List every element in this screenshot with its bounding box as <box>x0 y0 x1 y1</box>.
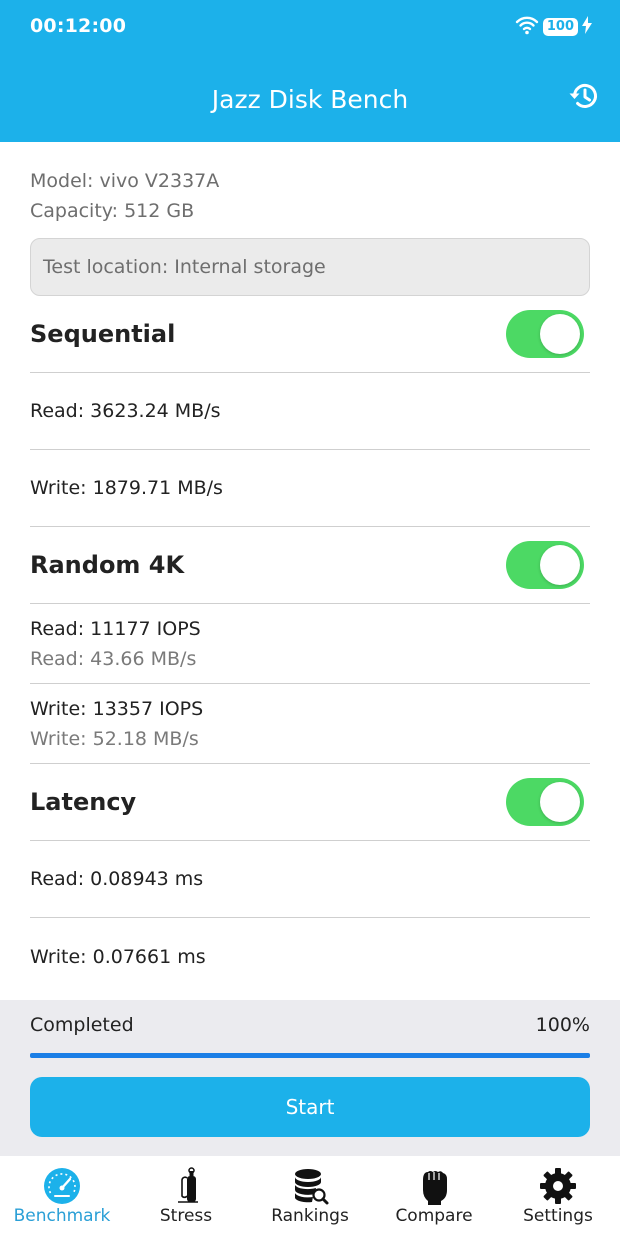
gas-cylinder-icon <box>166 1166 206 1206</box>
random4k-toggle[interactable] <box>506 541 584 589</box>
status-bar: 00:12:00 100 <box>0 0 620 54</box>
sequential-write-value: Write: 1879.71 MB/s <box>30 477 223 499</box>
toggle-knob <box>540 545 580 585</box>
tab-label: Compare <box>395 1206 473 1226</box>
toggle-knob <box>540 782 580 822</box>
benchmark-content: Model: vivo V2337A Capacity: 512 GB Test… <box>30 142 590 995</box>
progress-label: Completed <box>30 1014 134 1036</box>
progress-percent: 100% <box>535 1014 590 1036</box>
random4k-write-iops: Write: 13357 IOPS <box>30 697 204 720</box>
charging-icon <box>582 16 592 38</box>
section-title-latency: Latency <box>30 788 137 816</box>
section-random4k: Random 4K <box>30 527 590 604</box>
tab-stress[interactable]: Stress <box>124 1156 248 1240</box>
random4k-read-iops: Read: 11177 IOPS <box>30 617 201 640</box>
status-icons: 100 <box>515 14 592 40</box>
progress-bar <box>30 1053 590 1058</box>
random4k-write-speed: Write: 52.18 MB/s <box>30 727 199 750</box>
random4k-read-row: Read: 11177 IOPS Read: 43.66 MB/s <box>30 604 590 684</box>
section-latency: Latency <box>30 764 590 841</box>
latency-write-value: Write: 0.07661 ms <box>30 945 206 968</box>
app-header: 00:12:00 100 Jazz Disk Bench <box>0 0 620 142</box>
toggle-knob <box>540 314 580 354</box>
device-model: Model: vivo V2337A <box>30 170 220 192</box>
latency-toggle[interactable] <box>506 778 584 826</box>
sequential-toggle[interactable] <box>506 310 584 358</box>
progress-panel: Completed 100% Start <box>0 1000 620 1156</box>
speedometer-icon <box>42 1166 82 1206</box>
sequential-write-row: Write: 1879.71 MB/s <box>30 450 590 527</box>
progress-bar-fill <box>30 1053 590 1058</box>
latency-write-row: Write: 0.07661 ms <box>30 918 590 995</box>
gear-icon <box>538 1166 578 1206</box>
latency-read-row: Read: 0.08943 ms <box>30 841 590 918</box>
section-title-sequential: Sequential <box>30 320 176 348</box>
battery-indicator: 100 <box>542 18 578 36</box>
test-location-field[interactable]: Test location: Internal storage <box>30 238 590 296</box>
section-title-random4k: Random 4K <box>30 551 185 579</box>
test-location-label: Test location: Internal storage <box>43 256 326 278</box>
status-time: 00:12:00 <box>30 15 127 37</box>
sequential-read-row: Read: 3623.24 MB/s <box>30 373 590 450</box>
tab-rankings[interactable]: Rankings <box>248 1156 372 1240</box>
tab-label: Benchmark <box>13 1206 111 1226</box>
latency-read-value: Read: 0.08943 ms <box>30 868 204 890</box>
tab-label: Settings <box>523 1206 593 1226</box>
tab-label: Rankings <box>271 1206 349 1226</box>
wifi-icon <box>515 15 539 39</box>
fist-icon <box>414 1166 454 1206</box>
section-sequential: Sequential <box>30 296 590 373</box>
random4k-read-speed: Read: 43.66 MB/s <box>30 647 197 670</box>
start-button[interactable]: Start <box>30 1077 590 1137</box>
tab-settings[interactable]: Settings <box>496 1156 620 1240</box>
device-capacity: Capacity: 512 GB <box>30 200 195 222</box>
random4k-write-row: Write: 13357 IOPS Write: 52.18 MB/s <box>30 684 590 764</box>
tab-label: Stress <box>159 1206 213 1226</box>
bottom-tab-bar: Benchmark Stress Rankings Compare Settin… <box>0 1156 620 1240</box>
app-title: Jazz Disk Bench <box>211 85 409 114</box>
tab-compare[interactable]: Compare <box>372 1156 496 1240</box>
history-button[interactable] <box>566 80 602 116</box>
tab-benchmark[interactable]: Benchmark <box>0 1156 124 1240</box>
sequential-read-value: Read: 3623.24 MB/s <box>30 400 221 422</box>
history-icon <box>568 80 600 116</box>
database-search-icon <box>290 1166 330 1206</box>
